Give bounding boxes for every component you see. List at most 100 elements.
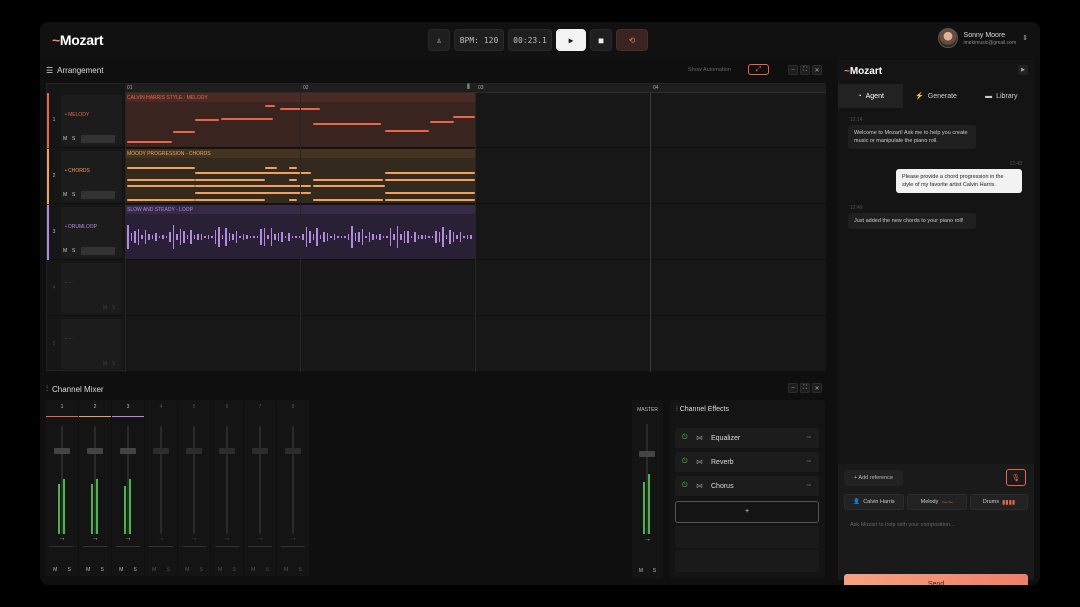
channel-mute-button[interactable]: M <box>86 567 90 573</box>
drag-handle-icon[interactable]: ═ <box>807 435 811 441</box>
midi-note[interactable] <box>453 116 475 118</box>
midi-note[interactable] <box>313 185 385 187</box>
close-icon[interactable]: ✕ <box>812 383 822 393</box>
close-icon[interactable]: ✕ <box>812 65 822 75</box>
channel-solo-button[interactable]: S <box>266 567 269 573</box>
midi-note[interactable] <box>385 179 475 181</box>
output-arrow-icon[interactable]: → <box>211 535 243 542</box>
output-arrow-icon[interactable]: → <box>277 535 309 542</box>
track-mute-button[interactable]: M <box>63 192 70 198</box>
reference-chip-drums[interactable]: Drums ▮▮▮▮ <box>970 494 1028 510</box>
effect-slot-empty[interactable] <box>675 550 819 572</box>
midi-note[interactable] <box>289 167 297 169</box>
tab-agent[interactable]: ◔ Agent <box>838 84 904 108</box>
minimize-icon[interactable]: – <box>788 65 798 75</box>
midi-note[interactable] <box>173 131 195 133</box>
tab-generate[interactable]: ⚡ Generate <box>903 84 968 108</box>
channel-mute-button[interactable]: M <box>284 567 288 573</box>
midi-note[interactable] <box>127 141 172 143</box>
master-fader[interactable] <box>639 451 655 457</box>
track-mute-button[interactable]: M <box>103 305 110 311</box>
track-volume-slider[interactable] <box>81 135 115 143</box>
channel-solo-button[interactable]: S <box>200 567 203 573</box>
midi-note[interactable] <box>195 185 311 187</box>
pan-control[interactable] <box>248 546 272 550</box>
track-solo-button[interactable]: S <box>72 136 79 142</box>
track-mute-button[interactable]: M <box>63 136 70 142</box>
send-button[interactable]: Send <box>844 574 1028 585</box>
tab-library[interactable]: ▬ Library <box>969 84 1034 108</box>
channel-mute-button[interactable]: M <box>185 567 189 573</box>
pan-control[interactable] <box>116 546 140 550</box>
channel-fader[interactable] <box>120 448 136 454</box>
master-solo-button[interactable]: S <box>653 568 656 574</box>
channel-fader[interactable] <box>186 448 202 454</box>
midi-note[interactable] <box>385 199 475 201</box>
add-reference-button[interactable]: + Add reference <box>844 470 903 486</box>
channel-fader[interactable] <box>153 448 169 454</box>
minimize-icon[interactable]: – <box>788 383 798 393</box>
metronome-icon[interactable]: ♙ <box>428 29 450 51</box>
midi-note[interactable] <box>265 167 277 169</box>
maximize-icon[interactable]: ⛶ <box>800 65 810 75</box>
effect-slot-empty[interactable] <box>675 526 819 548</box>
midi-note[interactable] <box>313 123 381 125</box>
channel-solo-button[interactable]: S <box>299 567 302 573</box>
collapse-sidebar-icon[interactable]: ▶ <box>1018 65 1028 75</box>
pan-control[interactable] <box>83 546 107 550</box>
drag-handle-icon[interactable]: ═ <box>807 483 811 489</box>
timeline-ruler[interactable]: 01 02 03 04 ‖ <box>125 84 826 93</box>
pan-control[interactable] <box>281 546 305 550</box>
playhead-icon[interactable]: ‖ <box>467 84 470 91</box>
pan-control[interactable] <box>182 546 206 550</box>
output-arrow-icon[interactable]: → <box>244 535 276 542</box>
track-header[interactable]: • DRUMLOOP M S <box>61 207 122 257</box>
bpm-display[interactable]: BPM: 120 <box>454 29 504 51</box>
automation-toggle[interactable]: ⤢ <box>748 64 769 75</box>
midi-note[interactable] <box>127 179 195 181</box>
track-header[interactable]: • --- M S <box>61 319 122 369</box>
channel-solo-button[interactable]: S <box>68 567 71 573</box>
midi-note[interactable] <box>195 119 219 121</box>
midi-note[interactable] <box>289 199 297 201</box>
midi-note[interactable] <box>430 121 454 123</box>
channel-mute-button[interactable]: M <box>218 567 222 573</box>
channel-solo-button[interactable]: S <box>167 567 170 573</box>
channel-fader[interactable] <box>219 448 235 454</box>
channel-mute-button[interactable]: M <box>53 567 57 573</box>
effect-reverb[interactable]: ⏻ ⋈ Reverb ═ <box>675 452 819 472</box>
output-arrow-icon[interactable]: → <box>178 535 210 542</box>
power-icon[interactable]: ⏻ <box>682 434 696 442</box>
power-icon[interactable]: ⏻ <box>682 458 696 466</box>
midi-note[interactable] <box>385 130 429 132</box>
midi-note[interactable] <box>289 179 297 181</box>
output-arrow-icon[interactable]: → <box>632 536 663 543</box>
maximize-icon[interactable]: ⛶ <box>800 383 810 393</box>
midi-note[interactable] <box>385 192 475 194</box>
midi-note[interactable] <box>195 199 265 201</box>
channel-fader[interactable] <box>285 448 301 454</box>
channel-fader[interactable] <box>252 448 268 454</box>
output-arrow-icon[interactable]: → <box>145 535 177 542</box>
channel-fader[interactable] <box>54 448 70 454</box>
midi-note[interactable] <box>127 199 195 201</box>
track-header[interactable]: • --- M S <box>61 263 122 313</box>
track-header[interactable]: • CHORDS M S <box>61 151 122 201</box>
output-arrow-icon[interactable]: → <box>79 535 111 542</box>
midi-note[interactable] <box>127 167 195 169</box>
midi-note[interactable] <box>265 105 275 107</box>
add-effect-button[interactable]: + <box>675 501 819 523</box>
pan-control[interactable] <box>149 546 173 550</box>
track-solo-button[interactable]: S <box>112 361 119 367</box>
track-mute-button[interactable]: M <box>63 248 70 254</box>
channel-fader[interactable] <box>87 448 103 454</box>
midi-note[interactable] <box>221 118 273 120</box>
chevron-updown-icon[interactable]: ⇕ <box>1022 34 1028 42</box>
track-solo-button[interactable]: S <box>72 248 79 254</box>
midi-note[interactable] <box>195 179 265 181</box>
track-solo-button[interactable]: S <box>72 192 79 198</box>
midi-note[interactable] <box>313 179 383 181</box>
effect-chorus[interactable]: ⏻ ⋈ Chorus ═ <box>675 476 819 496</box>
reference-chip-melody[interactable]: Melody ⁓⁓ <box>907 494 967 510</box>
channel-mute-button[interactable]: M <box>119 567 123 573</box>
